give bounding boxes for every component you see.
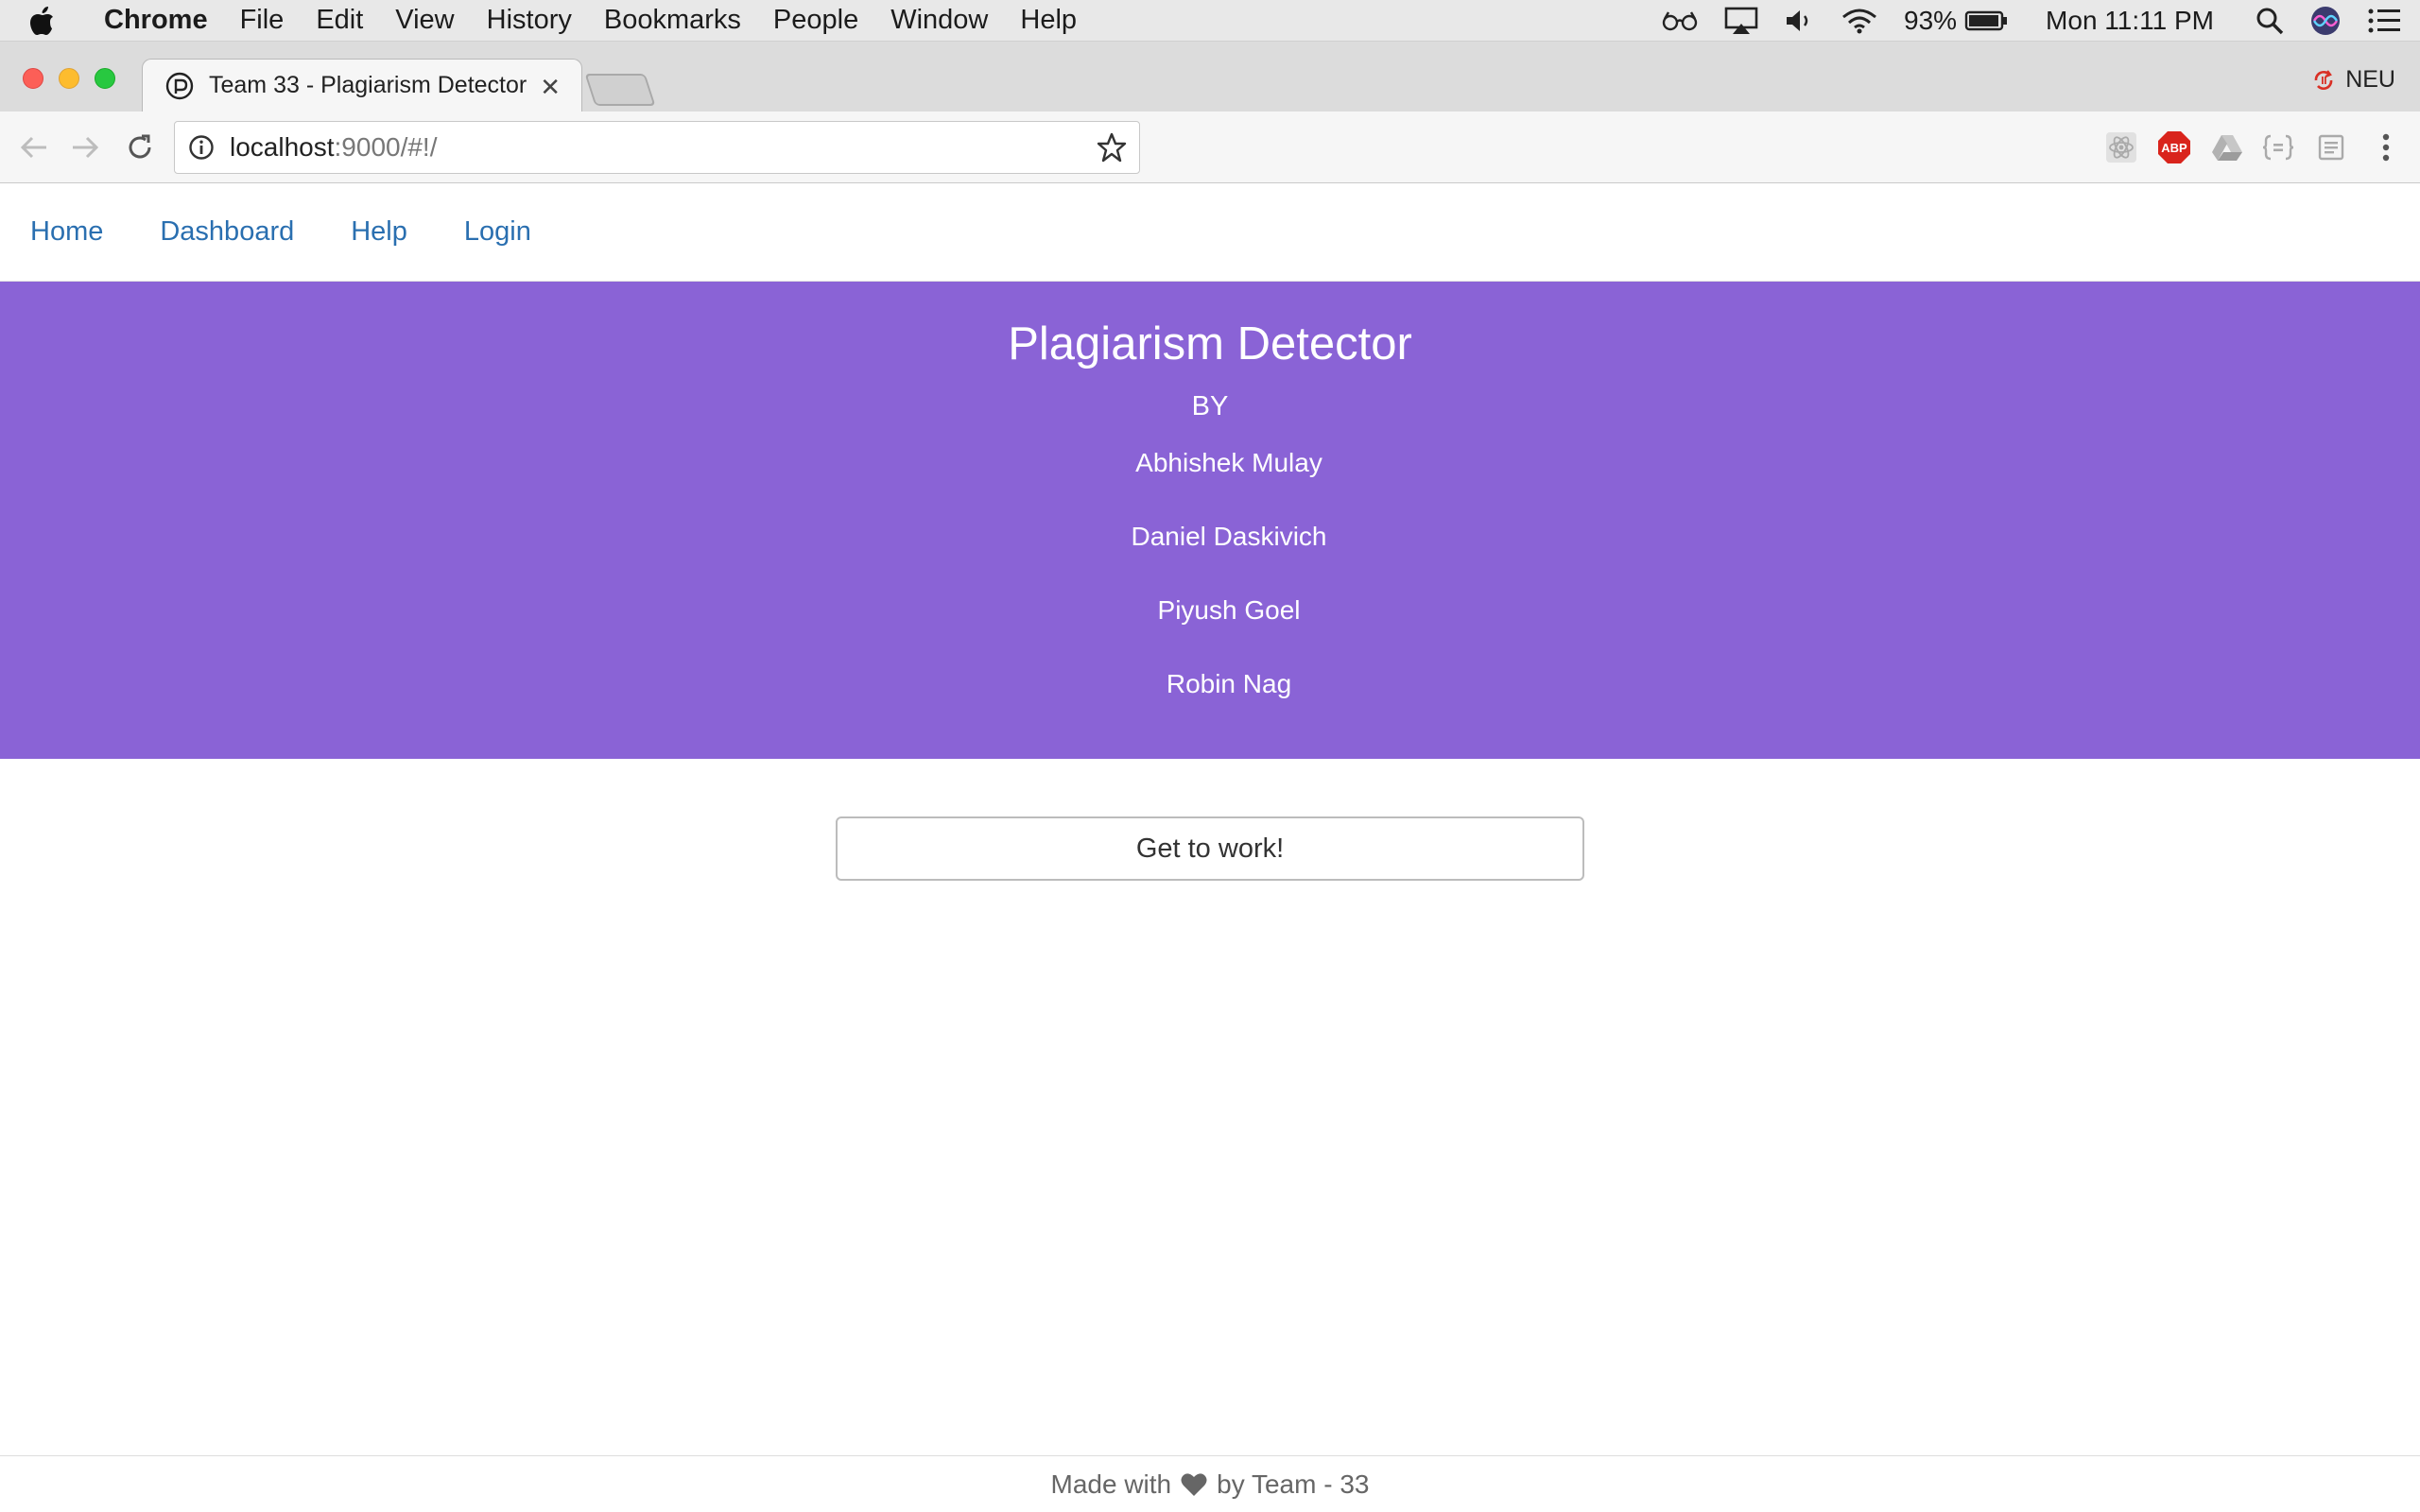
nav-help-link[interactable]: Help	[351, 216, 407, 248]
plagiarism-favicon-icon	[165, 72, 194, 99]
window-minimize-button[interactable]	[59, 68, 79, 89]
address-bar[interactable]: localhost:9000/#!/	[174, 121, 1140, 174]
browser-tab-active[interactable]: Team 33 - Plagiarism Detector ✕	[142, 59, 582, 112]
url-host: localhost	[230, 132, 335, 162]
page-title: Plagiarism Detector	[1008, 318, 1412, 369]
menu-view[interactable]: View	[395, 5, 454, 36]
sync-paused-icon	[2314, 69, 2333, 90]
chrome-menu-icon[interactable]	[2369, 130, 2403, 164]
back-arrow-icon[interactable]	[17, 130, 51, 164]
extension-reader-icon[interactable]	[2314, 130, 2348, 164]
get-to-work-button[interactable]: Get to work!	[836, 816, 1584, 881]
menu-bookmarks[interactable]: Bookmarks	[604, 5, 741, 36]
team-member-3: Piyush Goel	[1157, 595, 1301, 625]
apple-menu-icon[interactable]	[28, 6, 79, 36]
adblock-plus-label: ABP	[2161, 141, 2187, 155]
page-footer: Made with by Team - 33	[0, 1455, 2420, 1512]
airplay-icon[interactable]	[1724, 7, 1758, 35]
browser-tab-strip: Team 33 - Plagiarism Detector ✕ NEU	[0, 42, 2420, 112]
footer-prefix: Made with	[1050, 1469, 1172, 1499]
menu-help[interactable]: Help	[1020, 5, 1077, 36]
siri-icon[interactable]	[2310, 6, 2341, 36]
extension-react-icon[interactable]	[2104, 130, 2138, 164]
battery-icon[interactable]	[1964, 9, 2008, 32]
nav-login-link[interactable]: Login	[464, 216, 531, 248]
menu-people[interactable]: People	[773, 5, 858, 36]
window-controls	[23, 68, 115, 89]
team-member-2: Daniel Daskivich	[1131, 522, 1327, 551]
reload-icon[interactable]	[123, 130, 157, 164]
site-info-icon[interactable]	[188, 134, 215, 161]
heart-icon	[1181, 1472, 1207, 1497]
new-tab-button[interactable]	[584, 74, 656, 106]
menu-window[interactable]: Window	[890, 5, 988, 36]
hero-banner: Plagiarism Detector BY Abhishek Mulay Da…	[0, 282, 2420, 759]
footer-suffix: by Team - 33	[1217, 1469, 1370, 1499]
profile-name: NEU	[2345, 66, 2395, 93]
volume-icon[interactable]	[1785, 8, 1815, 34]
url-path: :9000/#!/	[334, 132, 438, 162]
nav-dashboard-link[interactable]: Dashboard	[160, 216, 294, 248]
glasses-icon[interactable]	[1662, 10, 1698, 31]
wifi-icon[interactable]	[1841, 8, 1877, 34]
json-viewer-icon[interactable]	[2261, 130, 2295, 164]
tab-close-icon[interactable]: ✕	[540, 73, 561, 102]
menu-edit[interactable]: Edit	[316, 5, 363, 36]
window-maximize-button[interactable]	[95, 68, 115, 89]
spotlight-search-icon[interactable]	[2256, 7, 2284, 35]
site-navbar: Home Dashboard Help Login	[0, 183, 2420, 282]
menu-history[interactable]: History	[487, 5, 572, 36]
menu-app-chrome[interactable]: Chrome	[104, 5, 208, 36]
adblock-plus-icon[interactable]: ABP	[2157, 130, 2191, 164]
battery-percent: 93%	[1904, 6, 1958, 35]
browser-toolbar: localhost:9000/#!/ ABP	[0, 112, 2420, 183]
google-drive-icon[interactable]	[2210, 130, 2244, 164]
nav-home-link[interactable]: Home	[30, 216, 103, 248]
macos-menu-bar: Chrome File Edit View History Bookmarks …	[0, 0, 2420, 42]
team-member-1: Abhishek Mulay	[1135, 448, 1322, 477]
notification-center-icon[interactable]	[2367, 8, 2401, 34]
clock[interactable]: Mon 11:11 PM	[2046, 6, 2214, 36]
url-text[interactable]: localhost:9000/#!/	[230, 132, 438, 163]
menu-file[interactable]: File	[240, 5, 285, 36]
profile-button[interactable]: NEU	[2311, 66, 2395, 94]
forward-arrow-icon[interactable]	[68, 130, 102, 164]
team-member-4: Robin Nag	[1166, 669, 1292, 698]
bookmark-star-icon[interactable]	[1096, 131, 1128, 168]
tab-title: Team 33 - Plagiarism Detector	[209, 72, 527, 98]
menu-bar-status-area: 93% Mon 11:11 PM	[1662, 0, 2420, 42]
window-close-button[interactable]	[23, 68, 43, 89]
hero-by-label: BY	[1191, 391, 1229, 421]
